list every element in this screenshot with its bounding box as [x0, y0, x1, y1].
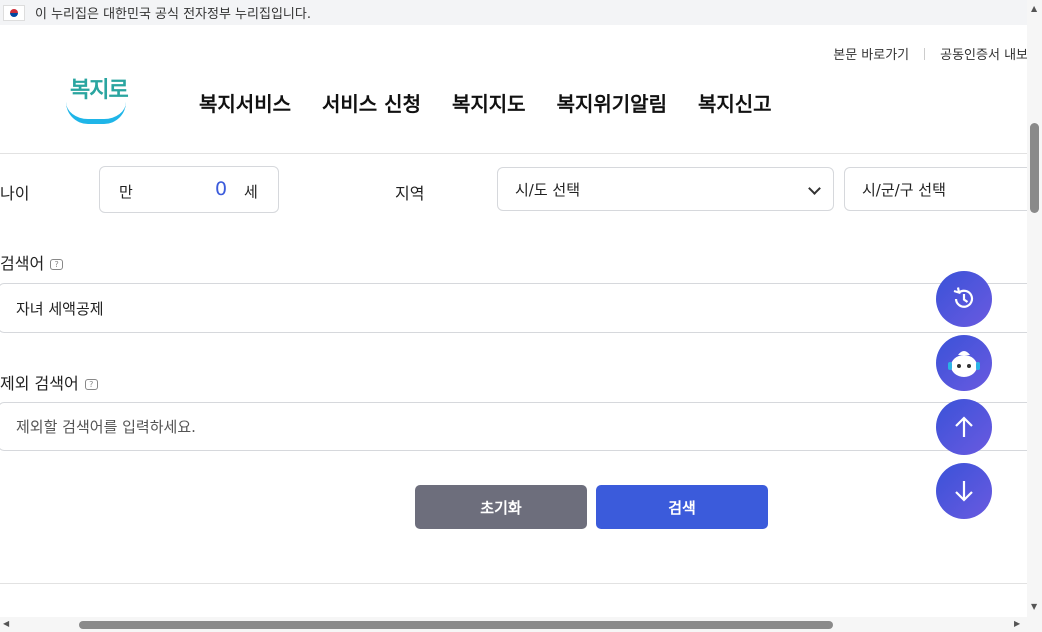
recent-history-button[interactable]: [936, 271, 992, 327]
header-divider: [0, 153, 1027, 154]
scroll-top-button[interactable]: [936, 399, 992, 455]
bokjiro-logo[interactable]: 복지로: [64, 72, 129, 126]
region-label: 지역: [395, 184, 425, 203]
search-button[interactable]: 검색: [596, 485, 768, 529]
main-nav: 복지서비스 서비스 신청 복지지도 복지위기알림 복지신고: [199, 88, 772, 117]
age-label: 나이: [0, 184, 30, 203]
gov-banner: 이 누리집은 대한민국 공식 전자정부 누리집입니다.: [0, 0, 1027, 25]
nav-welfare-report[interactable]: 복지신고: [698, 88, 772, 117]
utility-links: 본문 바로가기 공동인증서 내보: [833, 44, 1028, 63]
nav-service-apply[interactable]: 서비스 신청: [322, 88, 421, 117]
logo-smile-mark: [66, 102, 126, 124]
history-icon: [953, 287, 974, 308]
section-divider: [0, 583, 1027, 584]
scroll-left-arrow-icon[interactable]: ◀: [3, 619, 9, 628]
skip-to-content-link[interactable]: 본문 바로가기: [833, 44, 909, 63]
chatbot-icon: [948, 351, 980, 377]
age-prefix: 만: [119, 183, 133, 201]
horizontal-scrollbar[interactable]: ◀ ▶: [0, 617, 1042, 632]
korea-flag-icon: [3, 4, 25, 21]
keyword-input[interactable]: 자녀 세액공제: [0, 283, 1038, 333]
sigungu-select-value: 시/군/구 선택: [862, 180, 946, 199]
exclude-label-text: 제외 검색어: [0, 374, 79, 393]
arrow-up-icon: [955, 416, 973, 437]
nav-welfare-service[interactable]: 복지서비스: [199, 88, 291, 117]
sido-select-value: 시/도 선택: [515, 180, 581, 199]
vertical-scroll-thumb[interactable]: [1030, 123, 1039, 213]
keyword-label-text: 검색어: [0, 254, 45, 273]
sido-select[interactable]: 시/도 선택: [497, 167, 834, 211]
chatbot-button[interactable]: [936, 335, 992, 391]
help-icon[interactable]: ?: [84, 379, 98, 390]
logo-text: 복지로: [70, 78, 129, 103]
certificate-export-link[interactable]: 공동인증서 내보: [940, 44, 1028, 63]
age-field[interactable]: 만 0 세: [99, 166, 279, 213]
divider: [924, 47, 926, 60]
scroll-right-arrow-icon[interactable]: ▶: [1014, 619, 1020, 628]
scroll-bottom-button[interactable]: [936, 463, 992, 519]
help-icon[interactable]: ?: [50, 259, 64, 270]
nav-welfare-map[interactable]: 복지지도: [452, 88, 526, 117]
sigungu-select[interactable]: 시/군/구 선택: [844, 167, 1042, 211]
exclude-label: 제외 검색어?: [0, 370, 98, 394]
scroll-down-arrow-icon[interactable]: ▼: [1031, 602, 1037, 611]
keyword-input-value: 자녀 세액공제: [16, 299, 104, 318]
exclude-input[interactable]: 제외할 검색어를 입력하세요.: [0, 402, 1038, 451]
exclude-input-placeholder: 제외할 검색어를 입력하세요.: [16, 418, 196, 436]
age-suffix: 세: [244, 183, 258, 201]
scroll-up-arrow-icon[interactable]: ▲: [1031, 4, 1037, 13]
reset-button[interactable]: 초기화: [415, 485, 587, 529]
chevron-down-icon: [808, 182, 821, 195]
vertical-scrollbar[interactable]: ▲ ▼: [1027, 0, 1042, 617]
horizontal-scroll-thumb[interactable]: [79, 621, 833, 629]
keyword-label: 검색어?: [0, 250, 64, 274]
arrow-down-icon: [955, 481, 973, 502]
page: 이 누리집은 대한민국 공식 전자정부 누리집입니다. 본문 바로가기 공동인증…: [0, 0, 1042, 632]
gov-banner-text: 이 누리집은 대한민국 공식 전자정부 누리집입니다.: [35, 7, 311, 22]
nav-welfare-alert[interactable]: 복지위기알림: [557, 88, 667, 117]
age-input[interactable]: 0: [215, 178, 227, 200]
